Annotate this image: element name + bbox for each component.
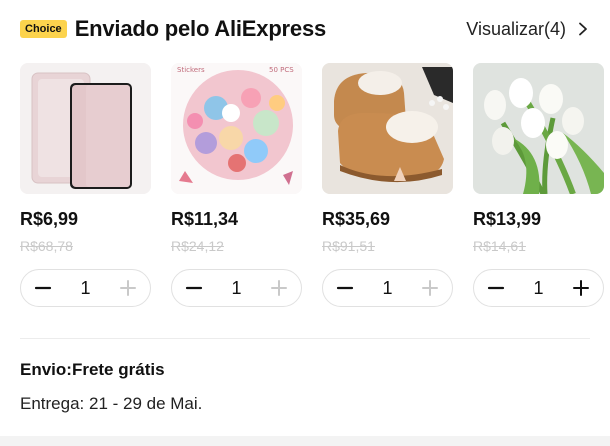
increase-button[interactable] (571, 278, 591, 298)
quantity-stepper[interactable]: 1 (473, 269, 604, 307)
tablet-case-image[interactable] (20, 63, 151, 194)
decrease-button[interactable] (486, 278, 506, 298)
decrease-button[interactable] (335, 278, 355, 298)
minus-icon (185, 286, 203, 290)
quantity-value: 1 (80, 277, 91, 298)
plus-icon (270, 280, 287, 296)
minus-icon (34, 286, 52, 290)
increase-button[interactable] (269, 278, 289, 298)
plus-icon (572, 280, 589, 296)
quantity-stepper[interactable]: 1 (20, 269, 151, 307)
decrease-button[interactable] (184, 278, 204, 298)
quantity-stepper[interactable]: 1 (171, 269, 302, 307)
product-original-price: R$91,51 (322, 238, 375, 254)
quantity-value: 1 (231, 277, 242, 298)
section-title: Enviado pelo AliExpress (74, 16, 327, 41)
view-all-label: Visualizar(4) (466, 18, 566, 39)
product-original-price: R$24,12 (171, 238, 224, 254)
stickers-image-text: Stickers (177, 66, 205, 74)
divider (20, 338, 590, 339)
product-original-price: R$14,61 (473, 238, 526, 254)
shipping-label: Envio:Frete grátis (20, 360, 165, 379)
product-carousel[interactable]: R$6,99 R$68,78 1 Stickers 50 PCS R$11,34… (20, 63, 610, 313)
product-card[interactable]: Stickers 50 PCS R$11,34 R$24,12 1 (171, 63, 302, 307)
quantity-stepper[interactable]: 1 (322, 269, 453, 307)
product-price: R$11,34 (171, 209, 239, 229)
increase-button[interactable] (118, 278, 138, 298)
minus-icon (336, 286, 354, 290)
decrease-button[interactable] (33, 278, 53, 298)
product-original-price: R$68,78 (20, 238, 73, 254)
choice-badge: Choice (20, 20, 67, 38)
product-price: R$6,99 (20, 209, 79, 229)
product-card[interactable]: R$6,99 R$68,78 1 (20, 63, 151, 307)
stickers-image-count: 50 PCS (269, 66, 294, 74)
delivery-estimate: Entrega: 21 - 29 de Mai. (20, 394, 203, 413)
increase-button[interactable] (420, 278, 440, 298)
tulips-image[interactable] (473, 63, 604, 194)
quantity-value: 1 (533, 277, 544, 298)
minus-icon (487, 286, 505, 290)
product-card[interactable]: R$35,69 R$91,51 1 (322, 63, 453, 307)
view-all-link[interactable]: Visualizar(4) (466, 19, 590, 40)
section-separator (0, 436, 610, 446)
product-card[interactable]: R$13,99 R$14,61 1 (473, 63, 604, 307)
plus-icon (119, 280, 136, 296)
product-price: R$35,69 (322, 209, 391, 229)
quantity-value: 1 (382, 277, 393, 298)
slippers-image[interactable] (322, 63, 453, 194)
chevron-right-icon (579, 22, 587, 36)
stickers-image[interactable]: Stickers 50 PCS (171, 63, 302, 194)
section-header: Choice Enviado pelo AliExpress Visualiza… (20, 14, 590, 44)
product-price: R$13,99 (473, 209, 542, 229)
plus-icon (421, 280, 438, 296)
